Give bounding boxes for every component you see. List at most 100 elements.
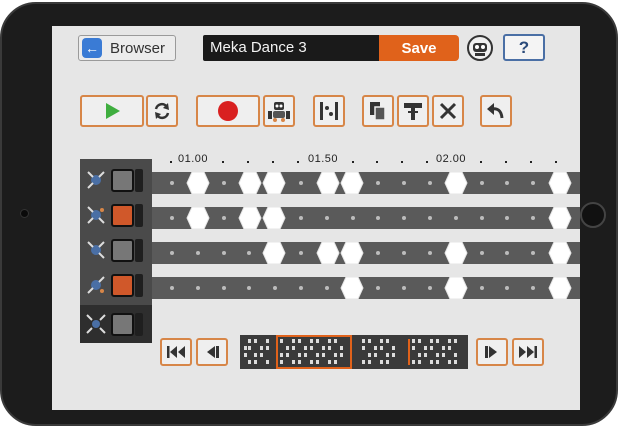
keyframe-hexagon[interactable] — [238, 171, 262, 195]
lane-tick — [170, 286, 174, 290]
track-toggle[interactable] — [135, 313, 143, 336]
keyframe-hexagon[interactable] — [262, 206, 286, 230]
track-color-swatch[interactable] — [111, 239, 134, 262]
overview-bar — [292, 346, 295, 350]
timeline-lane-4[interactable] — [152, 276, 580, 300]
robot-pose-button[interactable] — [263, 95, 295, 127]
overview-bar — [298, 339, 301, 343]
track-control-group — [80, 305, 152, 343]
keyframe-hexagon[interactable] — [340, 241, 364, 265]
keyframe-hexagon[interactable] — [340, 276, 364, 300]
track-color-swatch[interactable] — [111, 169, 134, 192]
overview-bar — [436, 353, 439, 357]
overview-bar — [316, 353, 319, 357]
lane-tick — [505, 181, 509, 185]
overview-bar — [386, 353, 389, 357]
overview-bar — [380, 346, 383, 350]
lane-tick — [428, 181, 432, 185]
skip-to-start-button[interactable] — [160, 338, 192, 366]
lane-tick — [247, 286, 251, 290]
overview-bar — [328, 360, 331, 364]
ruler-label: 02.00 — [436, 153, 467, 165]
overview-bar — [244, 346, 247, 350]
overview-bar — [248, 346, 251, 350]
keyframe-hexagon[interactable] — [340, 171, 364, 195]
record-icon — [218, 101, 238, 121]
copy-button[interactable] — [362, 95, 394, 127]
step-back-button[interactable] — [196, 338, 228, 366]
motor-icon[interactable] — [85, 169, 107, 191]
keyframe-hexagon[interactable] — [548, 171, 572, 195]
timeline-lane-1[interactable] — [152, 171, 580, 195]
motor-icon[interactable] — [85, 274, 107, 296]
skip-to-end-button[interactable] — [512, 338, 544, 366]
overview-bar — [310, 346, 313, 350]
title-input[interactable] — [203, 35, 379, 61]
overview-bar — [448, 339, 451, 343]
lane-tick — [505, 251, 509, 255]
keyframe-hexagon[interactable] — [444, 276, 468, 300]
overview-bar — [334, 353, 337, 357]
robot-pose-icon — [268, 102, 290, 122]
lane-tick — [402, 216, 406, 220]
keyframe-hexagon[interactable] — [238, 206, 262, 230]
keyframe-hexagon[interactable] — [262, 171, 286, 195]
track-toggle[interactable] — [135, 274, 143, 297]
tablet-frame: ← Browser Save ? — [0, 2, 618, 426]
timeline-overview[interactable] — [240, 335, 468, 369]
save-button[interactable]: Save — [379, 35, 459, 61]
keyframe-hexagon[interactable] — [548, 241, 572, 265]
lane-tick — [480, 216, 484, 220]
browser-button[interactable]: ← Browser — [78, 35, 176, 61]
undo-button[interactable] — [480, 95, 512, 127]
record-button[interactable] — [196, 95, 260, 127]
overview-bar — [304, 353, 307, 357]
track-toggle[interactable] — [135, 239, 143, 262]
overview-viewport[interactable] — [276, 335, 352, 369]
step-forward-button[interactable] — [476, 338, 508, 366]
overview-bar — [380, 360, 383, 364]
overview-bar — [304, 346, 307, 350]
timeline-lane-3[interactable] — [152, 241, 580, 265]
track-color-swatch[interactable] — [111, 274, 134, 297]
overview-bar — [328, 339, 331, 343]
keyframe-button[interactable] — [313, 95, 345, 127]
home-button[interactable] — [580, 202, 606, 228]
loop-button[interactable] — [146, 95, 178, 127]
track-toggle[interactable] — [135, 204, 143, 227]
overview-bar — [362, 360, 365, 364]
lane-tick — [428, 216, 432, 220]
overview-bar — [248, 339, 251, 343]
delete-button[interactable] — [432, 95, 464, 127]
paste-button[interactable] — [397, 95, 429, 127]
keyframe-hexagon[interactable] — [316, 241, 340, 265]
motor-icon[interactable] — [85, 204, 107, 226]
keyframe-hexagon[interactable] — [316, 171, 340, 195]
keyframe-hexagon[interactable] — [186, 206, 210, 230]
motor-icon[interactable] — [85, 239, 107, 261]
keyframe-hexagon[interactable] — [548, 206, 572, 230]
overview-bar — [418, 339, 421, 343]
lane-tick — [170, 181, 174, 185]
keyframe-hexagon[interactable] — [444, 241, 468, 265]
lane-tick — [299, 286, 303, 290]
overview-bar — [298, 353, 301, 357]
timeline-lane-2[interactable] — [152, 206, 580, 230]
lane-tick — [402, 181, 406, 185]
track-toggle[interactable] — [135, 169, 143, 192]
keyframe-hexagon[interactable] — [444, 171, 468, 195]
track-color-swatch[interactable] — [111, 204, 134, 227]
robot-icon[interactable] — [466, 34, 494, 62]
camera — [20, 209, 29, 218]
keyframe-hexagon[interactable] — [548, 276, 572, 300]
lane-tick — [428, 286, 432, 290]
keyframe-hexagon[interactable] — [262, 241, 286, 265]
help-button[interactable]: ? — [503, 34, 545, 61]
overview-bar — [418, 353, 421, 357]
keyframe-hexagon[interactable] — [186, 171, 210, 195]
track-color-swatch[interactable] — [111, 313, 134, 336]
lane-tick — [222, 251, 226, 255]
motor-group-icon[interactable] — [85, 313, 107, 335]
overview-marker — [408, 339, 410, 365]
play-button[interactable] — [80, 95, 144, 127]
